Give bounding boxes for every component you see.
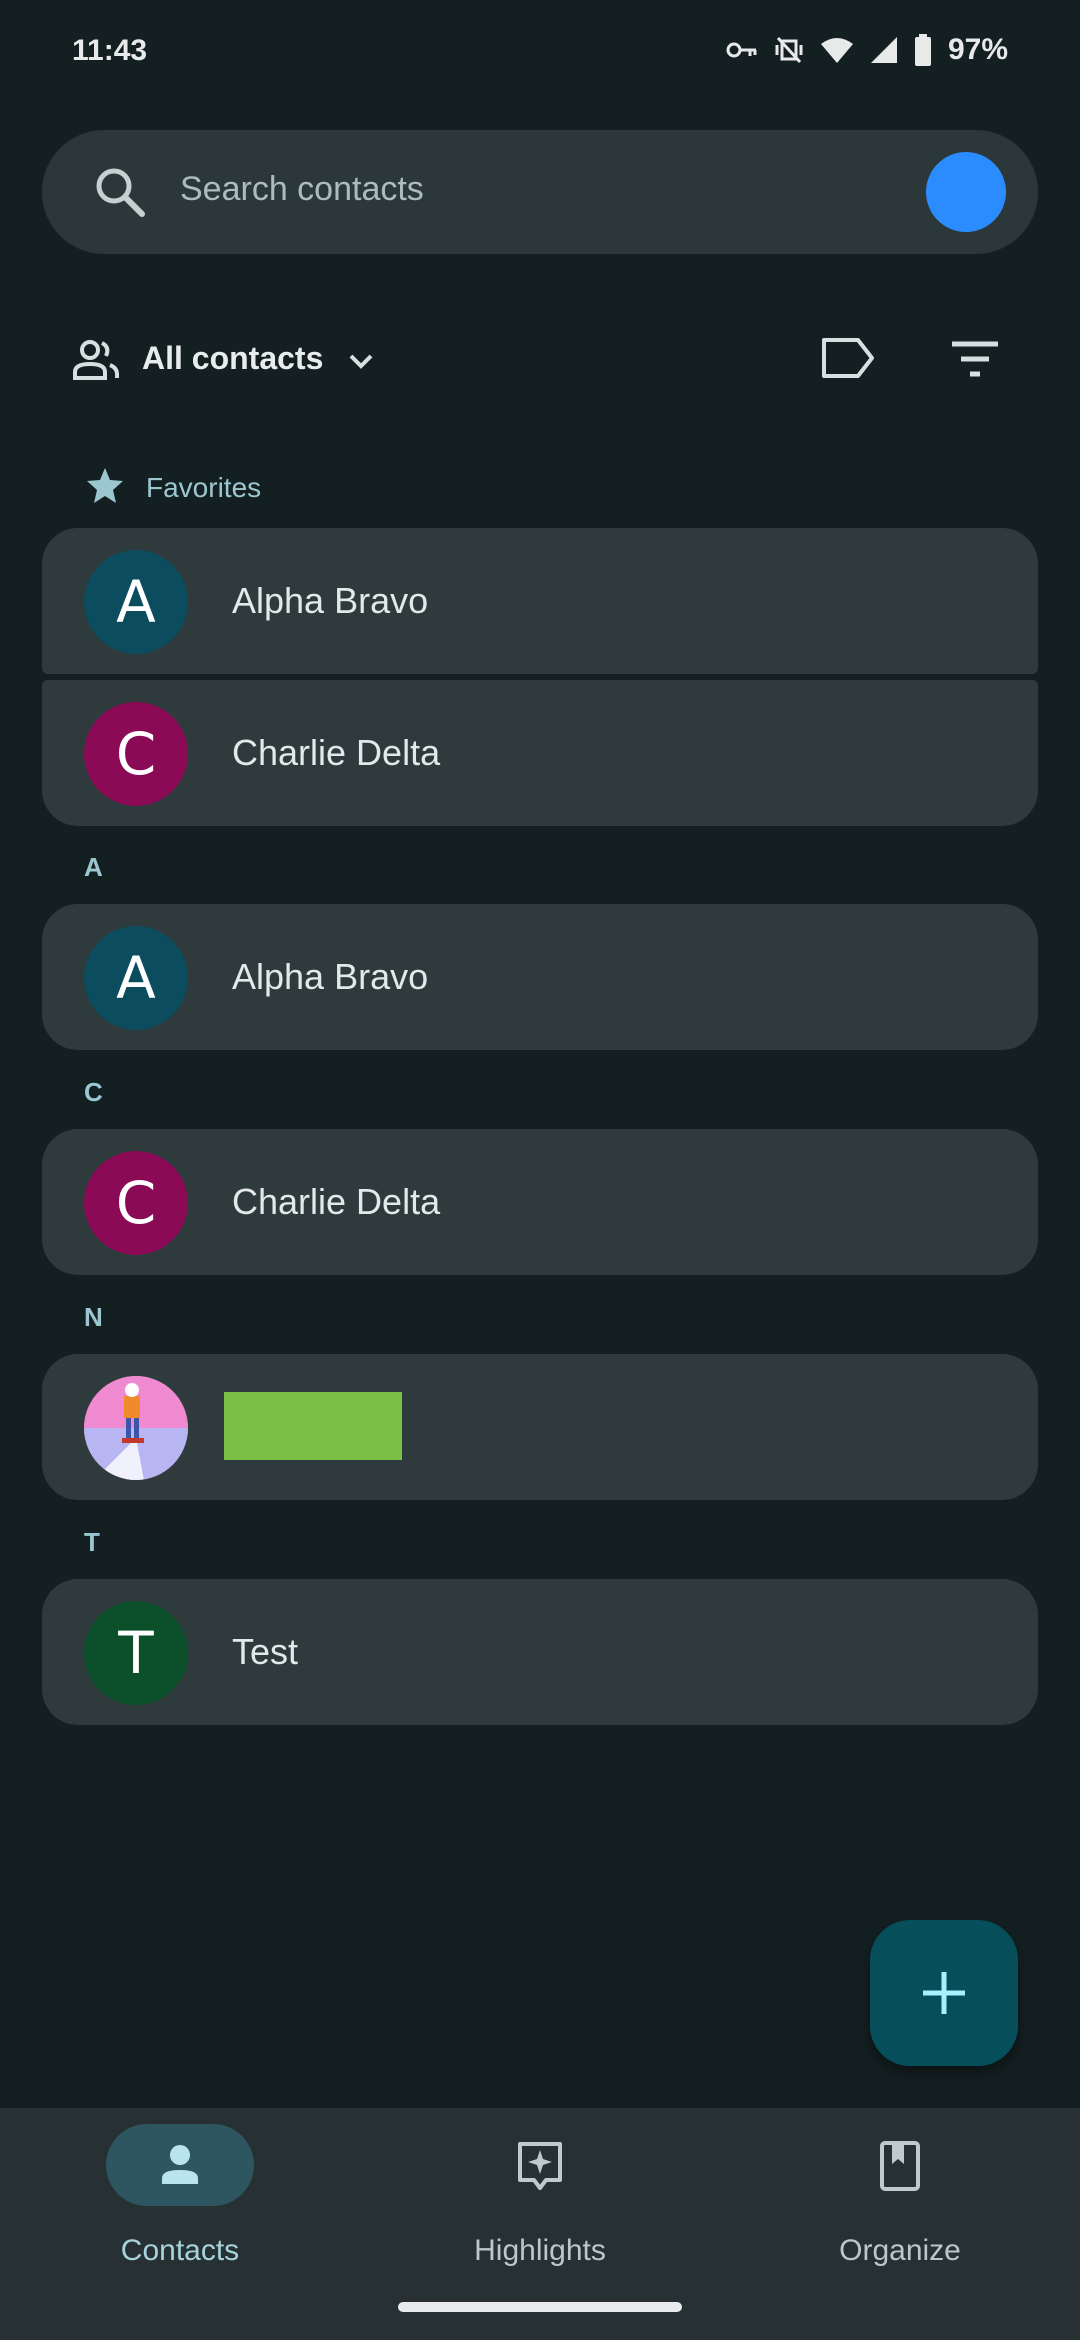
section-letter: N	[84, 1302, 103, 1332]
battery-percent: 97%	[947, 33, 1008, 66]
nav-label: Highlights	[474, 2234, 606, 2267]
section-letter: A	[84, 852, 103, 882]
contact-name: Alpha Bravo	[232, 580, 429, 621]
favorite-contact-card[interactable]: A Alpha Bravo	[42, 528, 1038, 674]
contact-avatar: C	[84, 702, 188, 806]
photo-illustration-icon	[84, 1376, 188, 1480]
home-indicator[interactable]	[398, 2302, 682, 2312]
contact-photo	[84, 1376, 188, 1480]
contact-name: Alpha Bravo	[232, 956, 429, 997]
filter-row: All contacts	[0, 320, 1080, 400]
status-icons: 97%	[726, 30, 1008, 70]
contact-name: Test	[232, 1631, 299, 1672]
contact-avatar: A	[84, 550, 188, 654]
vpn-key-icon	[726, 42, 757, 58]
contact-card[interactable]: C Charlie Delta	[42, 1129, 1038, 1275]
add-contact-button[interactable]	[870, 1920, 1018, 2066]
nav-item-contacts[interactable]: Contacts	[0, 2108, 360, 2340]
filter-icon[interactable]	[950, 338, 1000, 380]
contact-avatar: C	[84, 1151, 188, 1255]
contact-name: Charlie Delta	[232, 732, 441, 773]
all-contacts-dropdown[interactable]: All contacts	[142, 340, 323, 377]
favorites-label: Favorites	[146, 472, 262, 503]
contact-avatar: T	[84, 1601, 188, 1705]
search-input[interactable]: Search contacts	[180, 170, 424, 209]
contact-avatar: A	[84, 926, 188, 1030]
contact-card[interactable]: T Test	[42, 1579, 1038, 1725]
cell-signal-icon	[870, 37, 897, 63]
section-letter: T	[84, 1527, 100, 1557]
nav-label: Organize	[839, 2234, 961, 2267]
search-icon	[96, 168, 145, 217]
sparkle-icon	[518, 2142, 562, 2190]
contact-name: Charlie Delta	[232, 1181, 441, 1222]
people-icon	[73, 340, 119, 380]
wifi-icon	[820, 38, 853, 63]
star-icon	[87, 468, 123, 503]
chevron-down-icon[interactable]	[344, 344, 378, 378]
label-icon[interactable]	[820, 334, 876, 382]
status-bar: 11:43 97%	[0, 0, 1080, 110]
plus-icon	[923, 1972, 965, 2014]
vibrate-off-icon	[775, 36, 803, 64]
battery-icon	[914, 34, 931, 66]
redacted-name	[224, 1392, 402, 1460]
contact-card[interactable]: A Alpha Bravo	[42, 904, 1038, 1050]
search-bar[interactable]: Search contacts	[42, 130, 1038, 254]
bookmark-icon	[880, 2141, 920, 2191]
section-letter: C	[84, 1077, 103, 1107]
status-time: 11:43	[72, 34, 148, 67]
person-icon	[162, 2145, 198, 2184]
nav-item-organize[interactable]: Organize	[720, 2108, 1080, 2340]
contact-card[interactable]	[42, 1354, 1038, 1500]
nav-label: Contacts	[120, 2234, 240, 2267]
account-avatar[interactable]	[926, 152, 1006, 232]
favorite-contact-card[interactable]: C Charlie Delta	[42, 680, 1038, 826]
